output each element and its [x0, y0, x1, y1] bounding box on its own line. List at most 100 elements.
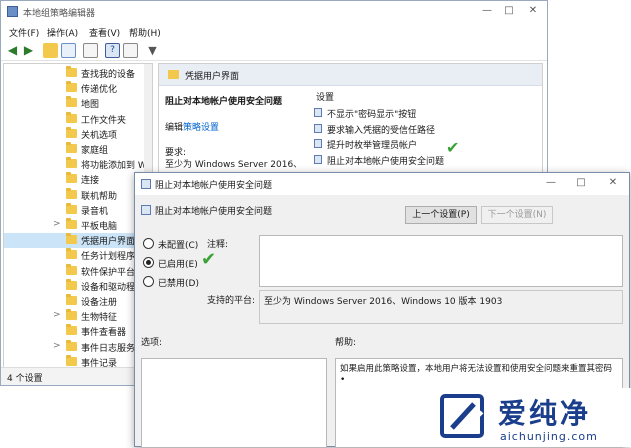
tree-item[interactable]: > 平板电脑 — [4, 218, 152, 233]
folder-icon — [66, 66, 77, 77]
supported-platform-value: 至少为 Windows Server 2016、Windows 10 版本 19… — [264, 297, 503, 307]
folder-icon — [66, 278, 77, 290]
tree-item[interactable]: 凭据用户界面 — [4, 233, 152, 249]
edit-policy-link[interactable]: 策略设置 — [183, 120, 219, 133]
policy-tree[interactable]: 查找我的设备传递优化 地图 工作文件夹 关机选项 家庭组将功能添加到 Wi 连接 联机帮助录… — [3, 63, 153, 373]
tree-item[interactable]: 家庭组 — [4, 142, 152, 157]
dialog-minimize-button[interactable]: — — [543, 176, 559, 190]
dialog-close-button[interactable]: ✕ — [605, 176, 621, 190]
tree-item[interactable]: 地图 — [4, 96, 152, 111]
requirements-text: 至少为 Windows Server 2016、 — [165, 160, 303, 170]
up-folder-icon[interactable] — [43, 43, 58, 58]
tree-item-label: 软件保护平台 — [81, 267, 136, 278]
radio-label: 已启用(E) — [158, 260, 198, 270]
policy-icon — [141, 179, 151, 189]
next-setting-button[interactable]: 下一个设置(N) — [481, 206, 553, 224]
watermark-brand: 爱纯净 — [498, 397, 592, 430]
supported-platform-box: 至少为 Windows Server 2016、Windows 10 版本 19… — [259, 290, 623, 324]
forward-arrow-icon[interactable]: ▶ — [21, 43, 36, 58]
tree-item-label: 任务计划程序 — [81, 252, 136, 263]
radio-disabled[interactable]: 已禁用(D) — [143, 275, 213, 289]
tree-item[interactable]: 事件查看器 — [4, 324, 152, 339]
folder-icon — [66, 324, 77, 336]
tree-item[interactable]: 联机帮助 — [4, 187, 152, 203]
folder-icon — [66, 96, 77, 108]
tree-item-label: 录音机 — [81, 206, 109, 217]
radio-circle — [143, 238, 154, 249]
setting-row[interactable]: 阻止对本地帐户使用安全问题 — [314, 153, 542, 167]
setting-row[interactable]: 要求输入凭据的受信任路径 — [314, 122, 542, 136]
radio-label: 已禁用(D) — [158, 279, 199, 289]
expand-chevron-icon[interactable]: > — [53, 341, 61, 351]
comment-textarea[interactable] — [259, 235, 623, 287]
close-button[interactable]: ✕ — [525, 4, 541, 18]
settings-list: 不显示"密码显示"按钮要求输入凭据的受信任路径 提升时枚举管理员帐户阻止对本地帐户… — [314, 106, 542, 172]
tree-item[interactable]: 工作文件夹 — [4, 111, 152, 127]
maximize-button[interactable]: □ — [501, 4, 517, 18]
tree-item-label: 平板电脑 — [81, 222, 118, 232]
help-bullet: • — [340, 375, 346, 385]
tree-item-label: 事件日志服务 — [81, 343, 136, 354]
tree-item[interactable]: 将功能添加到 Wi — [4, 157, 152, 172]
tree-item[interactable]: > 生物特征 — [4, 309, 152, 324]
policy-details-pane: 凭据用户界面 阻止对本地帐户使用安全问题 编辑 策略设置 要求: 至少为 Win… — [158, 63, 543, 183]
folder-icon — [66, 218, 77, 229]
tree-item-label: 传递优化 — [81, 85, 118, 96]
tree-item[interactable]: 关机选项 — [4, 126, 152, 142]
tree-item-label: 将功能添加到 Wi — [81, 161, 150, 172]
dialog-title-bar: 阻止对本地帐户使用安全问题 — □ ✕ — [135, 173, 629, 195]
properties-icon[interactable] — [123, 43, 138, 58]
tree-item[interactable]: 任务计划程序 — [4, 248, 152, 263]
setting-row[interactable]: 不显示"密码显示"按钮 — [314, 106, 542, 120]
setting-row[interactable]: 提升时枚举管理员帐户 — [314, 137, 542, 151]
policy-title: 阻止对本地帐户使用安全问题 — [165, 97, 283, 107]
tree-item[interactable]: 查找我的设备 — [4, 66, 152, 81]
folder-icon — [66, 233, 77, 245]
menu-help[interactable]: 帮助(H) — [129, 26, 161, 39]
folder-icon — [66, 354, 77, 366]
tree-item-label: 设备注册 — [81, 298, 118, 308]
filter-icon[interactable]: ▼ — [145, 43, 160, 58]
help-icon[interactable]: ? — [105, 43, 120, 58]
minimize-button[interactable]: — — [479, 4, 495, 18]
previous-setting-button[interactable]: 上一个设置(P) — [405, 206, 477, 224]
tree-item-label: 凭据用户界面 — [81, 237, 136, 248]
dialog-title: 阻止对本地帐户使用安全问题 — [155, 181, 273, 191]
radio-label: 未配置(C) — [158, 241, 199, 251]
radio-circle-selected — [143, 257, 154, 268]
policy-setting-icon — [314, 108, 322, 117]
folder-icon — [66, 187, 77, 199]
tree-item[interactable]: 传递优化 — [4, 81, 152, 96]
tree-item-label: 生物特征 — [81, 313, 118, 324]
tree-item[interactable]: 录音机 — [4, 202, 152, 218]
help-label: 帮助: — [335, 338, 357, 348]
policy-icon-small — [141, 205, 151, 215]
tree-item[interactable]: 软件保护平台 — [4, 263, 152, 279]
menu-view[interactable]: 查看(V) — [89, 26, 120, 39]
details-header: 凭据用户界面 — [159, 64, 542, 86]
folder-icon — [66, 263, 77, 275]
export-list-icon[interactable] — [83, 43, 98, 58]
radio-circle — [143, 276, 154, 287]
expand-chevron-icon[interactable]: > — [53, 310, 61, 320]
tree-item[interactable]: 连接 — [4, 172, 152, 187]
watermark-url: aichunjing.com — [500, 430, 598, 443]
menu-file[interactable]: 文件(F) — [9, 26, 39, 39]
setting-label: 要求输入凭据的受信任路径 — [327, 125, 436, 136]
show-tree-icon[interactable] — [61, 43, 76, 58]
folder-icon — [66, 81, 77, 93]
tree-item[interactable]: 设备和驱动程序 — [4, 278, 152, 294]
back-arrow-icon[interactable]: ◀ — [5, 43, 20, 58]
dialog-maximize-button[interactable]: □ — [573, 176, 589, 190]
setting-label: 不显示"密码显示"按钮 — [327, 110, 417, 120]
tree-item[interactable]: > 事件日志服务 — [4, 339, 152, 355]
expand-chevron-icon[interactable]: > — [53, 219, 61, 229]
folder-icon — [66, 111, 77, 123]
folder-icon — [66, 172, 77, 184]
supported-platform-label: 支持的平台: — [207, 296, 256, 306]
setting-label: 提升时枚举管理员帐户 — [327, 141, 418, 151]
tree-item[interactable]: 设备注册 — [4, 294, 152, 309]
menu-action[interactable]: 操作(A) — [47, 26, 78, 39]
help-text: 如果启用此策略设置，本地用户将无法设置和使用安全问题来重置其密码 — [340, 364, 613, 374]
edit-policy-prefix: 编辑 — [165, 123, 184, 133]
